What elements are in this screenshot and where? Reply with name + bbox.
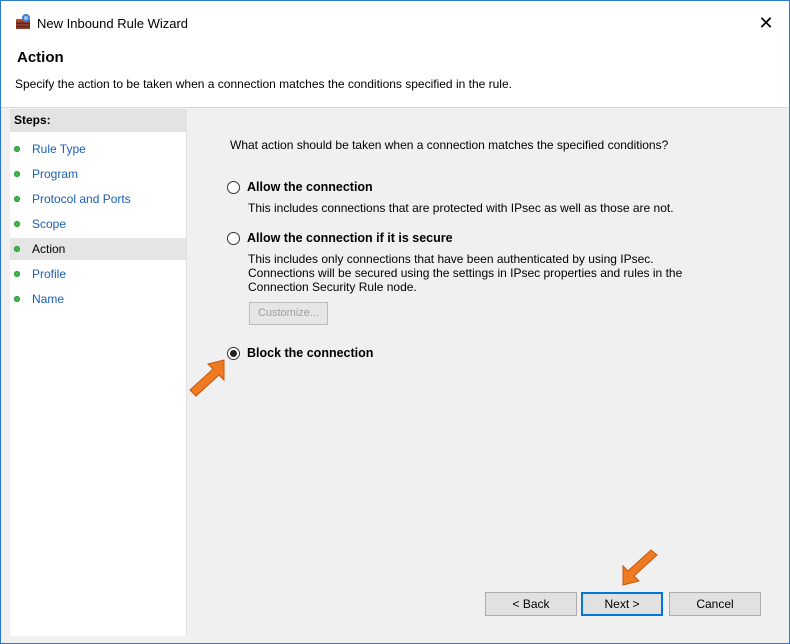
step-rule-type[interactable]: Rule Type <box>10 138 186 160</box>
steps-heading: Steps: <box>10 109 186 132</box>
step-label: Protocol and Ports <box>32 192 131 206</box>
allow-connection-radio[interactable] <box>227 181 240 194</box>
step-label: Action <box>32 242 66 256</box>
step-label: Rule Type <box>32 142 86 156</box>
allow-if-secure-description: This includes only connections that have… <box>248 252 683 294</box>
step-status-icon <box>14 296 20 302</box>
step-label: Scope <box>32 217 67 231</box>
cancel-button[interactable]: Cancel <box>669 592 761 616</box>
step-status-icon <box>14 271 20 277</box>
action-question: What action should be taken when a conne… <box>230 138 669 152</box>
step-action[interactable]: Action <box>10 238 186 260</box>
step-label: Program <box>32 167 79 181</box>
title-bar[interactable]: New Inbound Rule Wizard ✕ <box>1 1 789 45</box>
close-button[interactable]: ✕ <box>743 1 789 45</box>
page-description: Specify the action to be taken when a co… <box>15 77 512 91</box>
allow-connection-description: This includes connections that are prote… <box>248 201 674 215</box>
wizard-window: New Inbound Rule Wizard ✕ Action Specify… <box>0 0 790 644</box>
block-connection-label[interactable]: Block the connection <box>247 346 373 360</box>
customize-button[interactable]: Customize... <box>249 302 328 325</box>
step-status-icon <box>14 221 20 227</box>
next-button[interactable]: Next > <box>581 592 663 616</box>
firewall-app-icon <box>16 14 30 29</box>
arrow-pointer-icon <box>189 359 225 397</box>
step-status-icon <box>14 196 20 202</box>
step-scope[interactable]: Scope <box>10 213 186 235</box>
allow-connection-label[interactable]: Allow the connection <box>247 180 373 194</box>
arrow-pointer-icon <box>622 549 658 586</box>
step-program[interactable]: Program <box>10 163 186 185</box>
step-status-icon <box>14 246 20 252</box>
step-protocol-and-ports[interactable]: Protocol and Ports <box>10 188 186 210</box>
close-icon: ✕ <box>758 12 774 33</box>
back-button[interactable]: < Back <box>485 592 577 616</box>
allow-if-secure-label[interactable]: Allow the connection if it is secure <box>247 231 453 245</box>
step-status-icon <box>14 171 20 177</box>
action-panel: What action should be taken when a conne… <box>188 109 782 636</box>
step-label: Profile <box>32 267 67 281</box>
steps-panel: Steps: Rule Type Program Protocol and Po… <box>10 109 187 636</box>
step-status-icon <box>14 146 20 152</box>
window-title: New Inbound Rule Wizard <box>37 16 189 31</box>
allow-if-secure-radio[interactable] <box>227 232 240 245</box>
page-title: Action <box>17 49 64 66</box>
step-label: Name <box>32 292 65 306</box>
wizard-header: Action Specify the action to be taken wh… <box>1 45 789 108</box>
step-name[interactable]: Name <box>10 288 186 310</box>
step-profile[interactable]: Profile <box>10 263 186 285</box>
